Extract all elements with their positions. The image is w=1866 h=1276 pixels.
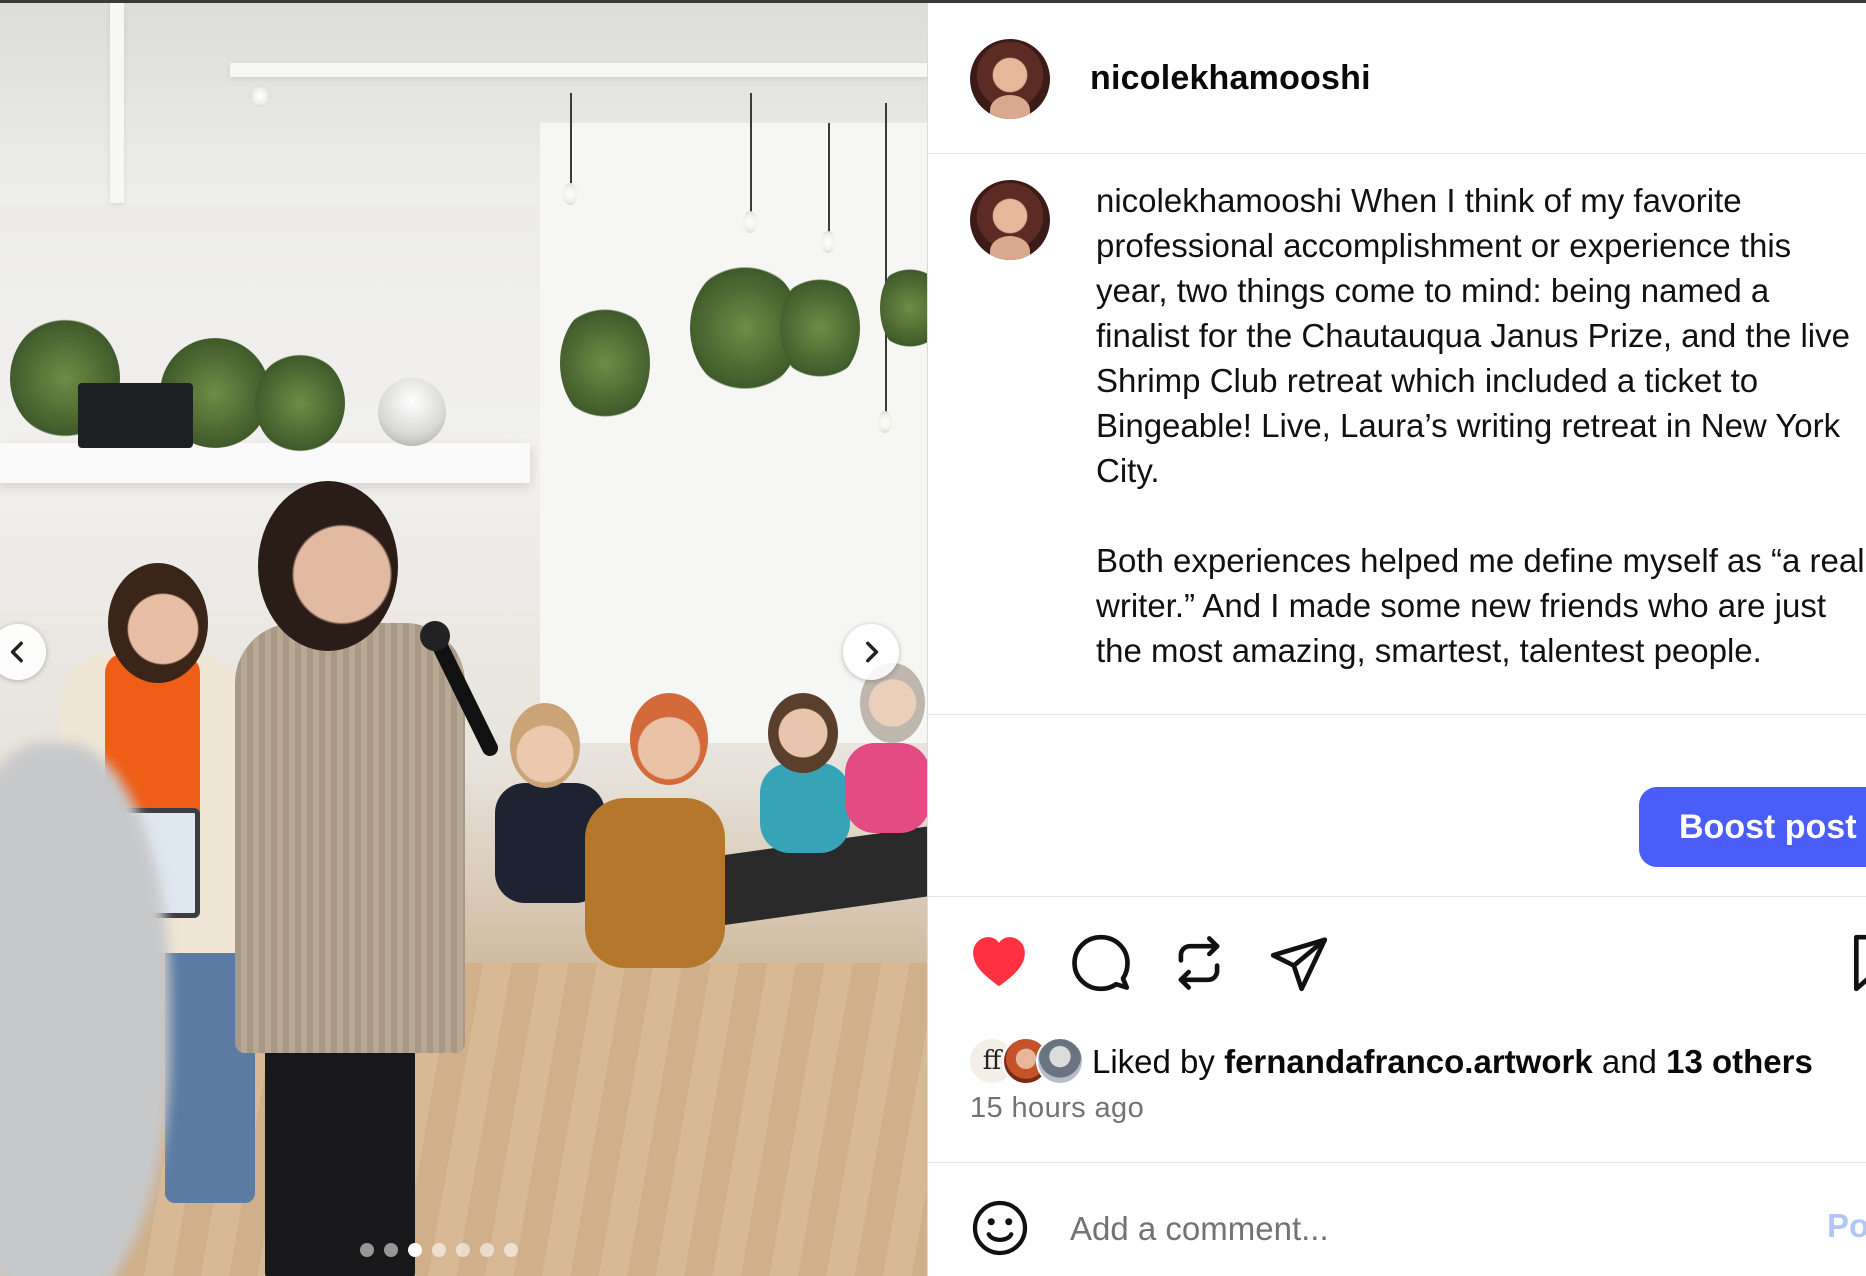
caption-username[interactable]: nicolekhamooshi: [1096, 182, 1342, 219]
audience-member: [845, 743, 927, 833]
paper-plane-icon[interactable]: [1268, 932, 1330, 994]
carousel-dot: [432, 1243, 446, 1257]
standing-woman-head: [108, 563, 208, 683]
boost-post-button[interactable]: Boost post: [1639, 787, 1866, 867]
liker-username[interactable]: fernandafranco.artwork: [1224, 1043, 1593, 1080]
ceiling-beam: [110, 3, 124, 203]
hanging-plant: [560, 303, 650, 423]
globe-lamp: [378, 378, 446, 446]
caption-avatar[interactable]: [970, 180, 1050, 260]
shelf-plant: [255, 353, 345, 453]
carousel-dot: [360, 1243, 374, 1257]
audience-member: [760, 763, 850, 853]
speaker: [78, 383, 193, 448]
pendant-bulb: [878, 411, 892, 433]
caption-section: nicolekhamooshi When I think of my favor…: [928, 154, 1866, 715]
liker-avatars: ff: [968, 1037, 1098, 1087]
smiley-icon[interactable]: [970, 1198, 1030, 1258]
post-comment-button[interactable]: Post: [1827, 1207, 1866, 1245]
divider: [928, 1162, 1866, 1163]
speech-bubble-icon[interactable]: [1070, 932, 1132, 994]
repost-icon[interactable]: [1168, 932, 1230, 994]
carousel-dot: [504, 1243, 518, 1257]
likes-others-link[interactable]: 13 others: [1666, 1043, 1813, 1080]
liker-avatar: [1036, 1037, 1084, 1085]
divider: [928, 896, 1866, 897]
author-avatar[interactable]: [970, 39, 1050, 119]
pendant-cord: [570, 93, 572, 183]
post-photo[interactable]: [0, 3, 927, 1276]
chevron-left-icon: [10, 641, 23, 663]
pendant-bulb: [821, 231, 835, 253]
audience-member-head: [510, 703, 580, 788]
likes-summary[interactable]: ff Liked by fernandafranco.artwork and 1…: [968, 1034, 1813, 1090]
pendant-bulb: [743, 211, 757, 233]
carousel-next-button[interactable]: [843, 624, 899, 680]
carousel-prev-button[interactable]: [0, 624, 46, 680]
liked-by-text: Liked by fernandafranco.artwork and 13 o…: [1092, 1043, 1813, 1081]
caption-text: Both experiences helped me define myself…: [1096, 542, 1865, 669]
caption-text: When I think of my favorite professional…: [1096, 182, 1850, 489]
audience-member-head: [768, 693, 838, 773]
comment-input[interactable]: [1068, 1200, 1672, 1258]
heart-icon[interactable]: [968, 932, 1030, 994]
hanging-plant: [780, 273, 860, 383]
speaker-legs: [265, 1033, 415, 1276]
pendant-cord: [828, 123, 830, 233]
carousel-dot: [384, 1243, 398, 1257]
post-timestamp[interactable]: 15 hours ago: [970, 1092, 1144, 1125]
pendant-cord: [750, 93, 752, 213]
liked-by-prefix: Liked by: [1092, 1043, 1225, 1080]
carousel-indicator: [360, 1243, 518, 1257]
audience-member-head: [630, 693, 708, 785]
pendant-bulb: [563, 183, 577, 205]
post-header: nicolekhamooshi: [928, 3, 1866, 154]
speaker-head: [258, 481, 398, 651]
liked-by-and: and: [1592, 1043, 1667, 1080]
wall-shelf: [0, 443, 530, 483]
carousel-dot: [480, 1243, 494, 1257]
carousel-dot: [408, 1243, 422, 1257]
ceiling-beam: [230, 63, 927, 77]
ceiling-light: [253, 85, 267, 107]
audience-member: [585, 798, 725, 968]
microphone: [420, 621, 498, 756]
chevron-right-icon: [866, 641, 879, 663]
carousel-dot: [456, 1243, 470, 1257]
bookmark-icon[interactable]: [1846, 932, 1866, 994]
author-username[interactable]: nicolekhamooshi: [1090, 59, 1371, 98]
post-caption: nicolekhamooshi When I think of my favor…: [1096, 178, 1866, 673]
pendant-cord: [885, 103, 887, 413]
